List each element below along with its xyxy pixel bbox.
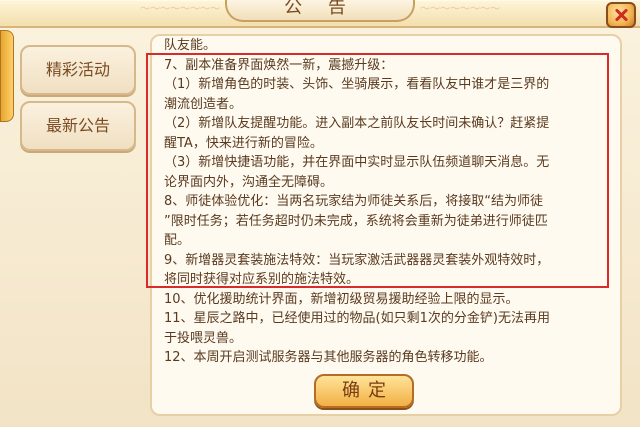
content-line: 8、师徒体验优化：当两名玩家结为师徒关系后，将接取“结为师徒 [164, 194, 544, 209]
confirm-button[interactable]: 确定 [314, 374, 414, 408]
announcement-window: ～～～～～～～～ 公 告 ～～～～～～～～ 精彩活动 最新公告 队友能。 7、副… [0, 0, 640, 427]
title-ornament-right: ～～～～～～～～ [420, 4, 500, 15]
content-line: ”限时任务；若任务超时仍未完成，系统将会重新为徒弟进行师徒匹 [164, 213, 548, 229]
content-line: 10、优化援助统计界面，新增初级贸易援助经验上限的显示。 [164, 291, 519, 307]
content-line: （1）新增角色的时装、头饰、坐骑展示，看看队友中谁才是三界的 [164, 77, 550, 92]
lantern-ornament-icon [0, 30, 14, 122]
content-line: 9、新增器灵套装施法特效：当玩家激活武器器灵套装外观特效时， [164, 252, 550, 268]
content-line: 将同时获得对应系别的施法特效。 [164, 272, 360, 287]
content-line: （2）新增队友提醒功能。进入副本之前队友长时间未确认？赶紧提 [164, 116, 550, 131]
announcement-text: 队友能。 7、副本准备界面焕然一新，震撼升级： （1）新增角色的时装、头饰、坐骑… [164, 36, 612, 368]
title-ornament-left: ～～～～～～～～ [140, 4, 220, 15]
content-line: 于投喂灵兽。 [164, 330, 243, 346]
content-line: 7、副本准备界面焕然一新，震撼升级： [164, 57, 394, 73]
content-line: 11、星辰之路中，已经使用过的物品(如只剩1次的分金铲)无法再用 [164, 311, 550, 326]
content-line: 潮流创造者。 [164, 96, 243, 112]
title-bar: ～～～～～～～～ 公 告 ～～～～～～～～ [0, 0, 640, 28]
tab-events[interactable]: 精彩活动 [20, 45, 136, 95]
tab-events-label: 精彩活动 [45, 60, 110, 79]
content-line: 队友能。 [164, 38, 217, 53]
confirm-button-label: 确定 [342, 380, 394, 401]
tab-latest-announcements[interactable]: 最新公告 [20, 101, 136, 151]
announcement-content-panel[interactable]: 队友能。 7、副本准备界面焕然一新，震撼升级： （1）新增角色的时装、头饰、坐骑… [150, 34, 622, 416]
tab-latest-announcements-label: 最新公告 [45, 116, 110, 135]
content-line: 论界面内外，沟通全无障碍。 [164, 174, 334, 190]
close-button[interactable] [606, 2, 636, 28]
close-icon [614, 8, 628, 22]
content-line: （3）新增快捷语功能，并在界面中实时显示队伍频道聊天消息。无 [164, 155, 550, 170]
content-line: 醒TA，快来进行新的冒险。 [164, 135, 323, 151]
content-line: 12、本周开启测试服务器与其他服务器的角色转移功能。 [164, 350, 493, 365]
content-line: 配。 [164, 233, 191, 248]
window-title: 公 告 [225, 0, 415, 22]
